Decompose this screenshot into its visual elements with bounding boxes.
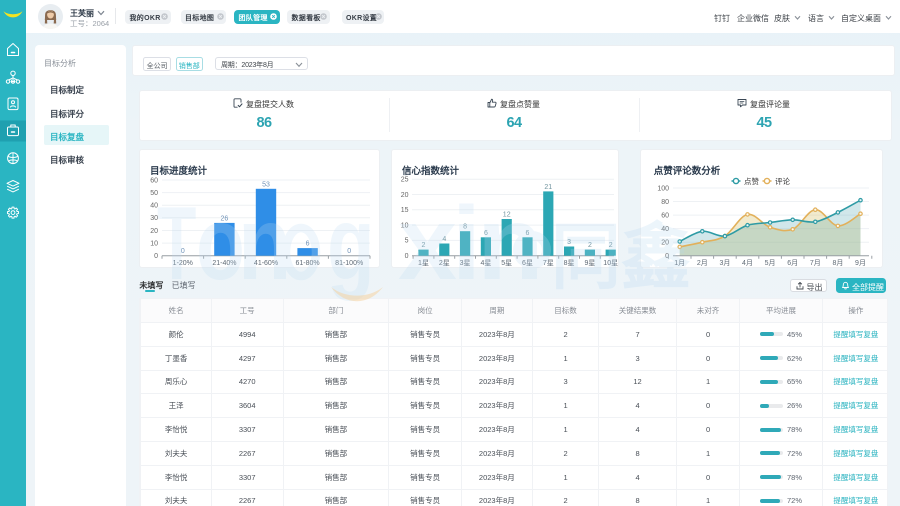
svg-text:2: 2	[588, 242, 592, 249]
svg-text:2: 2	[609, 242, 613, 249]
svg-text:26: 26	[221, 216, 229, 223]
svg-text:8星: 8星	[564, 259, 575, 267]
svg-text:30: 30	[151, 215, 159, 222]
svg-text:5星: 5星	[501, 259, 512, 267]
svg-text:8: 8	[463, 224, 467, 231]
svg-text:20: 20	[661, 240, 669, 247]
svg-text:81-100%: 81-100%	[336, 260, 364, 267]
svg-text:6: 6	[526, 230, 530, 237]
svg-text:9月: 9月	[855, 259, 866, 267]
svg-text:3星: 3星	[460, 259, 471, 267]
svg-text:20: 20	[151, 228, 159, 235]
svg-text:点赞: 点赞	[744, 176, 759, 186]
svg-text:7月: 7月	[810, 259, 821, 267]
svg-text:6: 6	[306, 241, 310, 248]
svg-text:3月: 3月	[719, 259, 730, 267]
svg-text:3: 3	[567, 239, 571, 246]
svg-text:100: 100	[657, 186, 669, 193]
svg-text:0: 0	[405, 253, 409, 260]
svg-text:10: 10	[401, 223, 409, 230]
svg-text:1月: 1月	[674, 259, 685, 267]
svg-text:60: 60	[151, 178, 159, 185]
svg-text:61-80%: 61-80%	[296, 260, 320, 267]
svg-text:5: 5	[405, 238, 409, 245]
svg-text:25: 25	[401, 177, 409, 184]
svg-text:5月: 5月	[764, 259, 775, 267]
svg-text:53: 53	[262, 182, 270, 189]
svg-text:6星: 6星	[522, 259, 533, 267]
svg-text:4星: 4星	[480, 259, 491, 267]
svg-text:40: 40	[661, 226, 669, 233]
svg-text:41-60%: 41-60%	[254, 260, 278, 267]
svg-text:15: 15	[401, 207, 409, 214]
svg-text:21-40%: 21-40%	[213, 260, 237, 267]
svg-text:0: 0	[348, 248, 352, 255]
svg-text:1-20%: 1-20%	[173, 260, 193, 267]
svg-text:9星: 9星	[584, 259, 595, 267]
svg-text:2星: 2星	[439, 259, 450, 267]
svg-text:6月: 6月	[787, 259, 798, 267]
svg-text:1星: 1星	[418, 259, 429, 267]
svg-text:6: 6	[484, 230, 488, 237]
svg-text:4月: 4月	[742, 259, 753, 267]
svg-text:2月: 2月	[697, 259, 708, 267]
svg-text:10星: 10星	[603, 259, 618, 267]
svg-text:40: 40	[151, 203, 159, 210]
svg-text:20: 20	[401, 192, 409, 199]
svg-text:7星: 7星	[543, 259, 554, 267]
svg-text:80: 80	[661, 199, 669, 206]
svg-text:0: 0	[154, 253, 158, 260]
svg-text:10: 10	[151, 241, 159, 248]
svg-text:0: 0	[181, 248, 185, 255]
svg-text:50: 50	[151, 190, 159, 197]
svg-text:评论: 评论	[775, 176, 790, 186]
svg-text:12: 12	[503, 212, 511, 219]
svg-text:21: 21	[544, 184, 552, 191]
svg-text:4: 4	[442, 236, 446, 243]
svg-text:60: 60	[661, 213, 669, 220]
svg-text:8月: 8月	[832, 259, 843, 267]
svg-text:2: 2	[422, 242, 426, 249]
